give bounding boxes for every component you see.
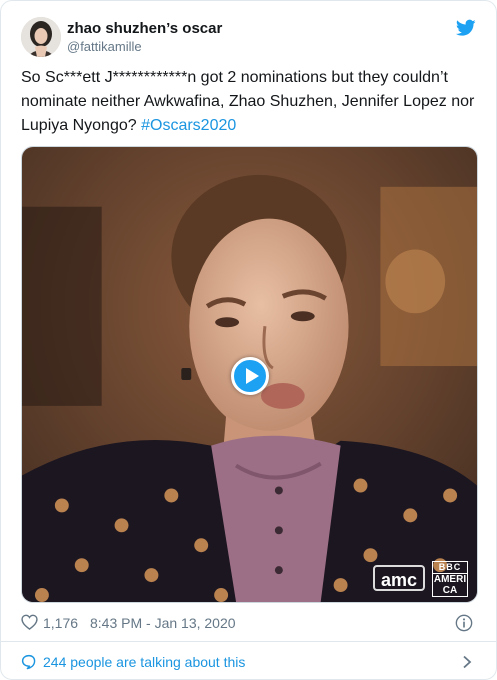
- author-display-name[interactable]: zhao shuzhen’s oscar: [67, 19, 222, 38]
- conversation-link[interactable]: 244 people are talking about this: [21, 651, 476, 673]
- amc-watermark: amc: [373, 565, 426, 591]
- info-icon[interactable]: [455, 614, 473, 632]
- tweet-body: So Sc***ett J************n got 2 nominat…: [21, 69, 475, 134]
- america-watermark-text: AMERICA: [432, 574, 468, 597]
- speech-bubble-icon: [21, 654, 36, 670]
- timestamp[interactable]: 8:43 PM - Jan 13, 2020: [90, 614, 236, 632]
- like-count[interactable]: 1,176: [43, 614, 78, 632]
- play-button[interactable]: [231, 357, 269, 395]
- tweet-header: zhao shuzhen’s oscar @fattikamille: [21, 17, 476, 59]
- hashtag-link[interactable]: #Oscars2020: [141, 117, 236, 134]
- heart-icon[interactable]: [21, 614, 38, 630]
- talking-about-label[interactable]: 244 people are talking about this: [43, 653, 245, 671]
- video-media[interactable]: amc BBC AMERICA: [21, 146, 478, 603]
- avatar[interactable]: [21, 17, 61, 57]
- tweet-text: So Sc***ett J************n got 2 nominat…: [21, 66, 483, 138]
- chevron-right-icon[interactable]: [462, 655, 472, 669]
- tweet-card[interactable]: zhao shuzhen’s oscar @fattikamille So Sc…: [0, 0, 497, 680]
- bbc-watermark-text: BBC: [432, 561, 468, 574]
- tweet-meta: 1,176 8:43 PM - Jan 13, 2020: [21, 613, 476, 633]
- divider: [1, 641, 496, 642]
- author-handle[interactable]: @fattikamille: [67, 38, 222, 56]
- bbc-america-watermark: BBC AMERICA: [432, 561, 468, 597]
- author-names[interactable]: zhao shuzhen’s oscar @fattikamille: [67, 19, 222, 56]
- twitter-bird-icon[interactable]: [456, 19, 476, 37]
